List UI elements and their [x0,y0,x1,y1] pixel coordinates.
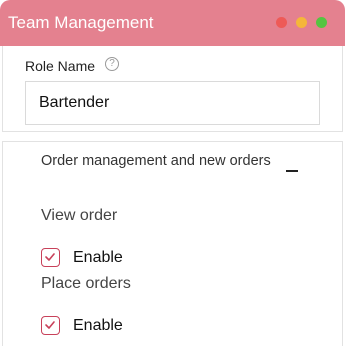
section-title-order-management: Order management and new orders [41,153,271,169]
permission-label-place-orders: Place orders [41,275,131,292]
minus-icon[interactable] [286,170,298,172]
check-icon [45,253,55,261]
check-icon [45,321,55,329]
permission-label-view-order: View order [41,207,118,224]
role-name-input[interactable] [25,81,320,125]
enable-label-place-orders: Enable [73,317,123,334]
title-bar: Team Management [0,0,345,46]
team-management-window: Team Management Role Name ? Order manage… [0,0,345,346]
window-title: Team Management [8,13,154,32]
maximize-window-button[interactable] [316,17,327,28]
minimize-window-button[interactable] [296,17,307,28]
checkbox-place-orders[interactable] [41,316,60,335]
close-window-button[interactable] [276,17,287,28]
enable-label-view-order: Enable [73,249,123,266]
role-name-label: Role Name [25,58,96,74]
checkbox-view-order[interactable] [41,248,60,267]
question-circle-icon[interactable]: ? [105,57,119,71]
